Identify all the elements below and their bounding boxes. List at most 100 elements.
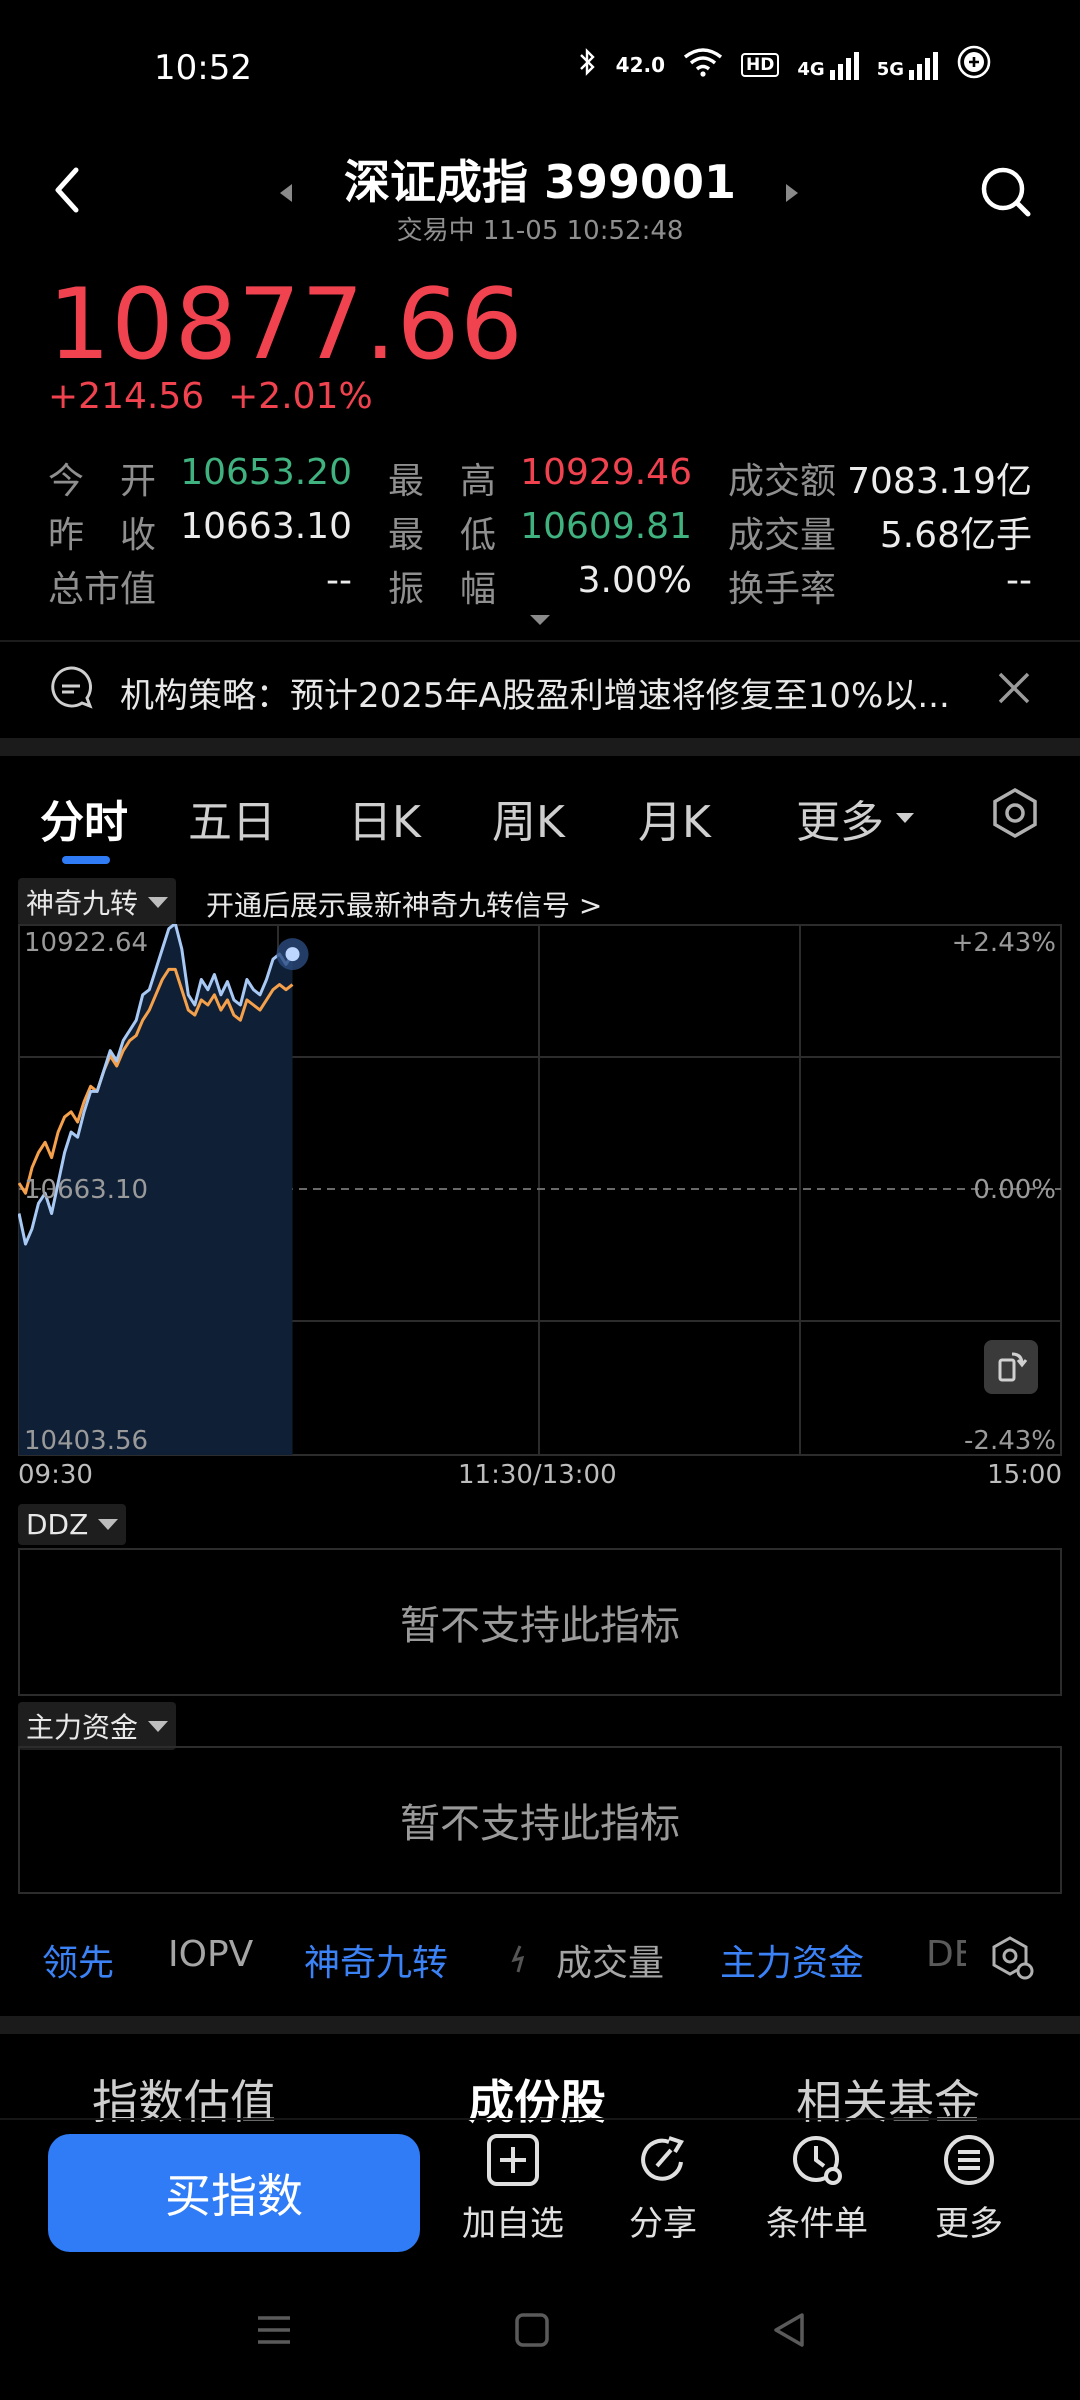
tab-constituents[interactable]: 成份股 — [468, 2066, 606, 2132]
divider — [0, 2118, 1080, 2120]
expand-stats-button[interactable] — [528, 612, 552, 631]
stat-label-amplitude: 振 幅 — [388, 569, 497, 610]
tab-more[interactable]: 更多 — [796, 786, 916, 850]
signal-5g-icon: 5G — [877, 50, 938, 80]
tab-intraday[interactable]: 分时 — [40, 786, 128, 850]
news-headline[interactable]: 机构策略：预计2025年A股盈利增速将修复至10%以... — [120, 668, 970, 717]
add-square-icon — [487, 2134, 539, 2186]
indicator-promo-link[interactable]: 开通后展示最新神奇九转信号 > — [206, 884, 602, 924]
menu-icon — [258, 2316, 290, 2344]
status-icons: 42.0 HD 4G 5G — [578, 44, 992, 86]
share-button[interactable]: 分享 — [598, 2132, 728, 2245]
stat-value-volume: 5.68亿手 — [879, 515, 1032, 556]
rotate-screen-button[interactable] — [984, 1340, 1038, 1394]
stat-value-turnover: 7083.19亿 — [847, 461, 1032, 502]
stat-label-high: 最 高 — [388, 461, 497, 502]
stat-label-turnover: 成交额 — [728, 461, 837, 502]
stat-value-open: 10653.20 — [180, 452, 352, 493]
nav-menu-button[interactable] — [254, 2310, 294, 2354]
latest-point — [285, 947, 300, 962]
indicator-magic-nine[interactable]: 神奇九转 — [304, 1934, 448, 1986]
stat-label-market-cap: 总市值 — [48, 569, 157, 610]
ddz-selector[interactable]: DDZ — [18, 1504, 127, 1545]
home-square-icon — [515, 2313, 549, 2347]
more-label: 更多 — [935, 2204, 1003, 2244]
change-amount: +214.56 — [48, 376, 205, 417]
tab-index-valuation[interactable]: 指数估值 — [92, 2066, 276, 2132]
main-funds-selector[interactable]: 主力资金 — [18, 1702, 177, 1750]
search-button[interactable] — [978, 164, 1034, 220]
search-icon — [981, 167, 1031, 217]
signal-4g-icon: 4G — [797, 50, 859, 80]
nav-back-button[interactable] — [770, 2310, 810, 2354]
y-label-bottom: 10403.56 — [24, 1426, 149, 1456]
indicator-leading[interactable]: 领先 — [42, 1934, 114, 1986]
stat-value-prev-close: 10663.10 — [180, 506, 352, 547]
rotate-icon — [998, 1352, 1028, 1382]
x-label-close: 15:00 — [987, 1460, 1062, 1490]
status-time: 10:52 — [154, 48, 252, 88]
stat-value-low: 10609.81 — [520, 506, 692, 547]
network-speed: 42.0 — [615, 53, 666, 77]
conditional-order-button[interactable]: 条件单 — [752, 2132, 882, 2245]
stat-value-high: 10929.46 — [520, 452, 692, 493]
stat-value-amplitude: 3.00% — [577, 560, 692, 601]
nav-home-button[interactable] — [512, 2310, 552, 2354]
close-news-button[interactable] — [996, 670, 1032, 710]
stat-label-turnover-rate: 换手率 — [728, 569, 837, 610]
battery-icon — [956, 44, 992, 86]
indicator-settings-button[interactable] — [988, 1934, 1036, 1986]
indicator-ddz-truncated[interactable]: DE — [926, 1934, 966, 1975]
pct-label-mid: 0.00% — [973, 1175, 1056, 1205]
clock-condition-icon — [793, 2136, 842, 2185]
y-label-mid: 10663.10 — [24, 1175, 149, 1205]
hexagon-gear-icon — [992, 1936, 1034, 1980]
share-label: 分享 — [629, 2204, 697, 2244]
tab-five-day[interactable]: 五日 — [188, 786, 276, 850]
back-triangle-icon — [774, 2313, 804, 2347]
price-change: +214.56 +2.01% — [48, 376, 373, 417]
add-watchlist-button[interactable]: 加自选 — [448, 2132, 578, 2245]
chevron-down-icon — [896, 813, 914, 823]
stat-value-market-cap: -- — [326, 560, 352, 601]
indicator-iopv[interactable]: IOPV — [168, 1934, 253, 1975]
chevron-down-icon — [148, 1720, 169, 1732]
stat-value-turnover-rate: -- — [1006, 560, 1032, 601]
next-stock-button[interactable] — [784, 182, 800, 208]
hd-voice-icon: HD — [741, 53, 780, 77]
tab-related-funds[interactable]: 相关基金 — [796, 2066, 980, 2132]
indicator-selector[interactable]: 神奇九转 — [18, 878, 177, 926]
tab-daily-k[interactable]: 日K — [348, 786, 421, 850]
share-icon — [641, 2136, 684, 2181]
trading-status: 交易中 11-05 10:52:48 — [396, 216, 684, 246]
ddz-unsupported-message: 暂不支持此指标 — [400, 1603, 680, 1649]
more-button[interactable]: 更多 — [904, 2132, 1034, 2245]
scroll-hint-icon — [510, 1944, 530, 1974]
chevron-down-icon — [98, 1519, 119, 1530]
tab-weekly-k[interactable]: 周K — [492, 786, 565, 850]
indicator-volume[interactable]: 成交量 — [556, 1934, 664, 1986]
tab-more-label: 更多 — [796, 797, 884, 848]
current-price: 10877.66 — [48, 268, 524, 382]
close-icon — [998, 672, 1030, 704]
pct-label-bottom: -2.43% — [964, 1426, 1056, 1456]
tab-monthly-k[interactable]: 月K — [638, 786, 711, 850]
chevron-down-icon — [148, 896, 169, 908]
intraday-chart[interactable] — [18, 924, 1062, 1456]
stat-label-prev-close: 昨 收 — [48, 515, 157, 556]
chart-settings-button[interactable] — [988, 786, 1042, 844]
y-label-top: 10922.64 — [24, 928, 149, 958]
indicator-main-funds[interactable]: 主力资金 — [720, 1934, 864, 1986]
x-label-open: 09:30 — [18, 1460, 93, 1490]
buy-index-button[interactable]: 买指数 — [48, 2134, 420, 2252]
ddz-panel: 暂不支持此指标 — [18, 1548, 1062, 1696]
conditional-order-label: 条件单 — [766, 2204, 868, 2244]
active-tab-indicator — [62, 856, 110, 864]
change-percent: +2.01% — [228, 376, 373, 417]
ddz-selector-label: DDZ — [26, 1508, 89, 1541]
chat-bubble-icon — [48, 664, 94, 714]
main-funds-unsupported-message: 暂不支持此指标 — [400, 1801, 680, 1847]
hexagon-settings-icon — [993, 787, 1037, 839]
section-separator — [0, 738, 1080, 756]
stat-label-low: 最 低 — [388, 515, 497, 556]
